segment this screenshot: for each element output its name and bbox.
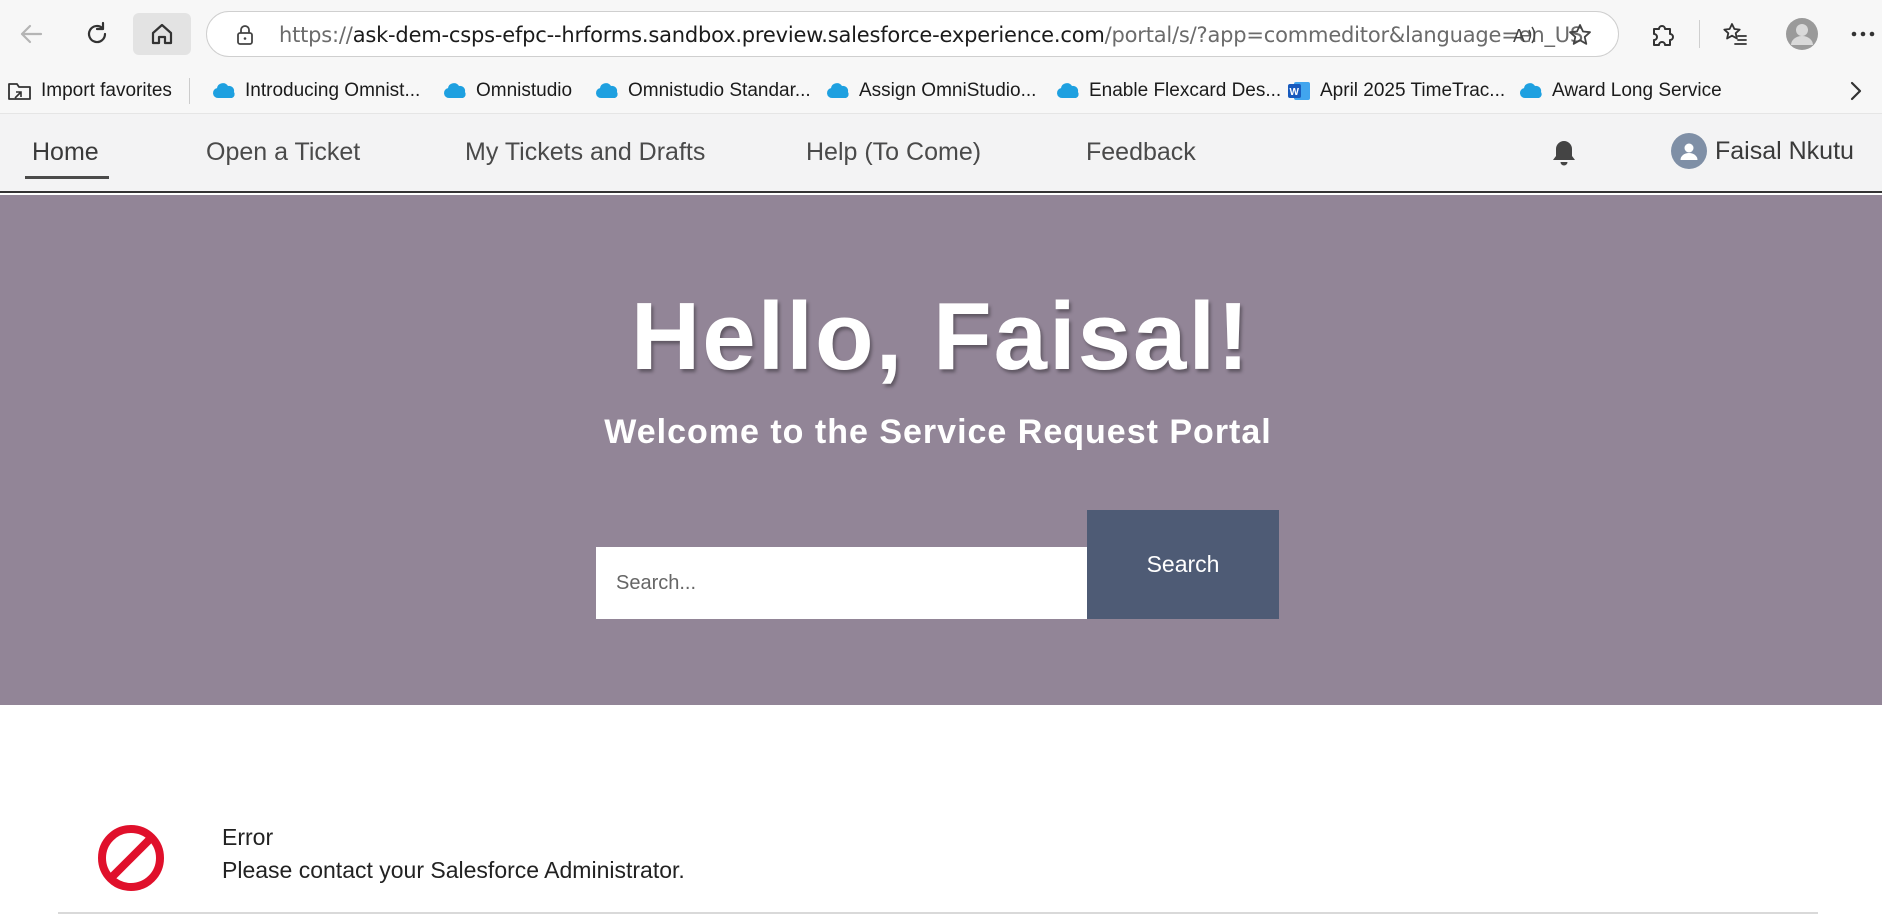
- salesforce-cloud-icon: [443, 83, 466, 98]
- more-button[interactable]: [1843, 13, 1882, 55]
- search-button[interactable]: Search: [1087, 510, 1279, 619]
- url-host: ask-dem-csps-efpc--hrforms.sandbox.previ…: [352, 23, 1105, 47]
- salesforce-cloud-icon: [1056, 83, 1079, 98]
- salesforce-cloud-icon: [1519, 83, 1542, 98]
- word-icon: W: [1288, 82, 1310, 100]
- nav-active-underline: [25, 176, 109, 179]
- lock-icon: [237, 25, 253, 45]
- favorite-label: April 2025 TimeTrac...: [1320, 80, 1506, 101]
- favorite-label: Enable Flexcard Des...: [1089, 80, 1282, 101]
- favorite-label: Award Long Service: [1552, 80, 1722, 101]
- refresh-button[interactable]: [68, 13, 126, 55]
- user-avatar: [1671, 133, 1707, 169]
- extensions-puzzle-icon: [1653, 25, 1674, 46]
- user-avatar-icon: [1680, 143, 1698, 160]
- error-prohibited-icon: [98, 825, 164, 891]
- extensions-button[interactable]: [1633, 13, 1691, 55]
- profile-avatar-icon: [1786, 18, 1818, 50]
- favorite-enable-flexcard[interactable]: Enable Flexcard Des...: [1055, 76, 1281, 106]
- favorite-label: Assign OmniStudio...: [859, 80, 1037, 101]
- read-aloud-icon[interactable]: A: [1512, 23, 1538, 47]
- search-input[interactable]: [596, 547, 1087, 619]
- favorite-april-timetracker[interactable]: W April 2025 TimeTrac...: [1286, 76, 1505, 106]
- favorite-label: Import favorites: [41, 80, 172, 101]
- nav-open-ticket[interactable]: Open a Ticket: [206, 138, 360, 167]
- favorite-import[interactable]: Import favorites: [7, 76, 172, 106]
- favorite-label: Omnistudio Standar...: [628, 80, 811, 101]
- address-bar[interactable]: https://ask-dem-csps-efpc--hrforms.sandb…: [206, 11, 1619, 57]
- error-title: Error: [222, 824, 274, 850]
- nav-help[interactable]: Help (To Come): [806, 138, 981, 167]
- profile-button[interactable]: [1773, 13, 1831, 55]
- nav-my-tickets[interactable]: My Tickets and Drafts: [465, 138, 705, 167]
- salesforce-cloud-icon: [595, 83, 618, 98]
- home-button[interactable]: [133, 13, 191, 55]
- hero-banner: Hello, Faisal! Welcome to the Service Re…: [0, 195, 1882, 705]
- favorite-omnistudio-standard[interactable]: Omnistudio Standar...: [594, 76, 811, 106]
- home-icon: [151, 23, 173, 45]
- favorites-button[interactable]: [1706, 13, 1764, 55]
- svg-text:W: W: [1290, 87, 1300, 98]
- more-dots-icon: [1851, 31, 1875, 37]
- favorite-award-long-service[interactable]: Award Long Service: [1518, 76, 1722, 106]
- favorite-introducing-omnistudio[interactable]: Introducing Omnist...: [211, 76, 420, 106]
- nav-feedback[interactable]: Feedback: [1086, 138, 1196, 167]
- back-button[interactable]: [2, 13, 60, 55]
- hero-title: Hello, Faisal!: [630, 283, 1252, 390]
- favorite-label: Introducing Omnist...: [245, 80, 421, 101]
- user-name: Faisal Nkutu: [1715, 136, 1854, 165]
- favorite-star-icon[interactable]: [1567, 22, 1593, 48]
- back-arrow-icon: [20, 24, 43, 44]
- url-prefix: https://: [279, 23, 353, 47]
- salesforce-cloud-icon: [212, 83, 235, 98]
- favorite-assign-omnistudio[interactable]: Assign OmniStudio...: [825, 76, 1036, 106]
- hero-subtitle: Welcome to the Service Request Portal: [604, 413, 1272, 451]
- favorite-label: Omnistudio: [476, 80, 573, 101]
- favorites-overflow-chevron-icon[interactable]: [1846, 80, 1866, 102]
- divider: [58, 912, 1818, 914]
- browser-toolbar: https://ask-dem-csps-efpc--hrforms.sandb…: [0, 0, 1882, 68]
- site-nav: Home Open a Ticket My Tickets and Drafts…: [0, 114, 1882, 193]
- notifications-bell-icon[interactable]: [1550, 138, 1578, 168]
- user-menu[interactable]: Faisal Nkutu: [1671, 133, 1854, 169]
- error-message: Please contact your Salesforce Administr…: [222, 857, 685, 883]
- favorite-omnistudio[interactable]: Omnistudio: [442, 76, 572, 106]
- url-text: https://ask-dem-csps-efpc--hrforms.sandb…: [279, 23, 1583, 47]
- refresh-icon: [87, 21, 107, 44]
- salesforce-cloud-icon: [826, 83, 849, 98]
- favorites-list-icon: [1723, 23, 1747, 45]
- folder-import-icon: [8, 83, 31, 100]
- nav-home[interactable]: Home: [32, 138, 99, 167]
- favorites-bar: Import favorites Introducing Omnist... O…: [0, 68, 1882, 114]
- svg-text:A: A: [1513, 26, 1525, 46]
